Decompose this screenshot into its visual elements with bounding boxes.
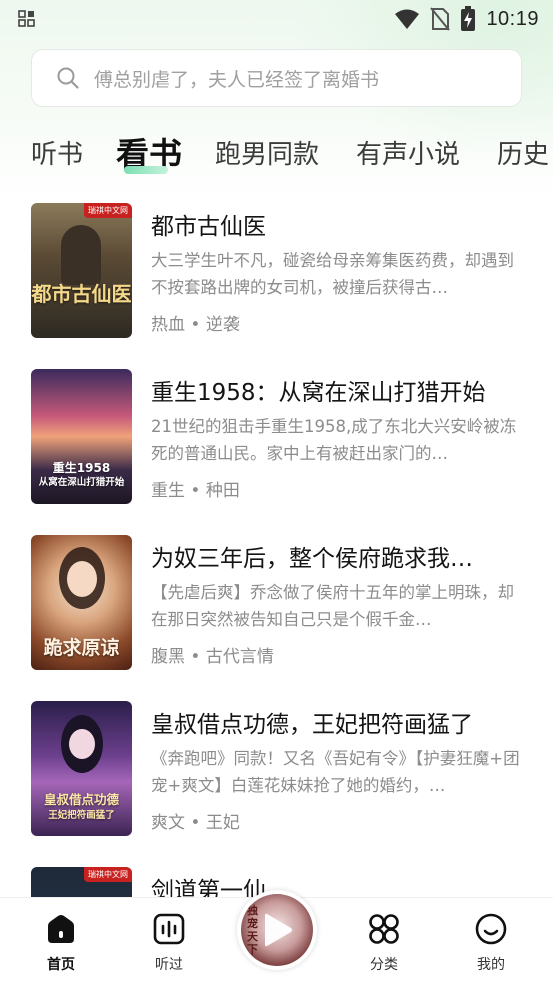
tab-history[interactable]: 历史 — [497, 134, 549, 171]
cover-title: 都市古仙医 — [31, 282, 132, 306]
book-title: 为奴三年后，整个侯府跪求我… — [151, 546, 473, 572]
cover-title-line2: 从窝在深山打猎开始 — [38, 477, 125, 488]
book-description: 【先虐后爽】乔念做了侯府十五年的掌上明珠，却在那日突然被告知自己只是个假千金… — [151, 583, 514, 629]
status-time: 10:19 — [486, 7, 539, 30]
book-item[interactable]: 瑞祺中文网 都市古仙医 都市古仙医 大三学生叶不凡，碰瓷给母亲筹集医药费，却遇到… — [0, 203, 553, 343]
search-placeholder: 傅总别虐了，夫人已经签了离婚书 — [94, 68, 380, 91]
book-title: 都市古仙医 — [151, 214, 266, 240]
book-description: 21世纪的狙击手重生1958,成了东北大兴安岭被冻死的普通山民。家中上有被赶出家… — [151, 417, 517, 463]
nav-profile[interactable]: 我的 — [461, 912, 521, 974]
nav-history[interactable]: 听过 — [139, 912, 199, 974]
book-title: 重生1958：从窝在深山打猎开始 — [151, 380, 486, 406]
book-cover[interactable]: 跪求原谅 — [31, 535, 132, 670]
play-icon — [265, 913, 292, 947]
book-cover[interactable]: 皇叔借点功德 王妃把符画猛了 — [31, 701, 132, 836]
profile-icon — [475, 913, 507, 945]
book-item[interactable]: 跪求原谅 为奴三年后，整个侯府跪求我… 【先虐后爽】乔念做了侯府十五年的掌上明珠… — [0, 535, 553, 675]
cover-badge: 瑞祺中文网 — [84, 867, 132, 882]
cover-figure — [61, 225, 101, 285]
search-icon — [57, 67, 79, 89]
book-tags: 重生 • 种田 — [151, 481, 240, 501]
tab-running-man[interactable]: 跑男同款 — [215, 134, 319, 171]
tab-audio-novel[interactable]: 有声小说 — [356, 134, 460, 171]
nav-profile-label: 我的 — [477, 957, 505, 973]
book-title: 剑道第一仙 — [151, 878, 266, 897]
book-description: 《奔跑吧》同款！又名《吾妃有令》【护妻狂魔+团宠+爽文】白莲花妹妹抢了她的婚约，… — [151, 749, 520, 795]
cover-title-line1: 皇叔借点功德 — [43, 792, 119, 807]
audio-icon — [153, 913, 185, 945]
category-tabs: 听书 看书 跑男同款 有声小说 历史 — [0, 128, 553, 176]
book-tags: 热血 • 逆袭 — [151, 315, 240, 335]
book-item[interactable]: 重生1958 从窝在深山打猎开始 重生1958：从窝在深山打猎开始 21世纪的狙… — [0, 369, 553, 509]
book-cover[interactable]: 重生1958 从窝在深山打猎开始 — [31, 369, 132, 504]
battery-charging-icon — [461, 6, 476, 31]
search-bar[interactable]: 傅总别虐了，夫人已经签了离婚书 — [31, 49, 522, 107]
book-tags: 爽文 • 王妃 — [151, 813, 240, 833]
mini-player-button[interactable]: 独宠天下 — [237, 890, 317, 970]
category-icon — [369, 914, 399, 944]
nav-category-label: 分类 — [370, 957, 398, 973]
cover-face — [67, 561, 97, 597]
cover-title: 跪求原谅 — [43, 637, 120, 659]
status-bar: 10:19 — [0, 0, 553, 38]
book-description: 大三学生叶不凡，碰瓷给母亲筹集医药费，却遇到不按套路出牌的女司机，被撞后获得古… — [151, 251, 514, 297]
home-icon — [48, 915, 74, 943]
cover-title-line2: 王妃把符画猛了 — [48, 810, 115, 821]
cover-badge: 瑞祺中文网 — [84, 203, 132, 218]
book-tags: 腹黑 • 古代言情 — [151, 647, 274, 667]
wifi-icon — [395, 9, 420, 29]
book-cover[interactable]: 瑞祺中文网 都市古仙医 — [31, 203, 132, 338]
nav-home[interactable]: 首页 — [31, 912, 91, 974]
nav-history-label: 听过 — [155, 957, 183, 973]
cover-face — [69, 729, 95, 759]
book-title: 皇叔借点功德，王妃把符画猛了 — [151, 712, 473, 738]
book-cover[interactable]: 瑞祺中文网 — [31, 867, 132, 897]
active-tab-indicator — [124, 166, 168, 174]
book-item[interactable]: 皇叔借点功德 王妃把符画猛了 皇叔借点功德，王妃把符画猛了 《奔跑吧》同款！又名… — [0, 701, 553, 841]
tab-listen[interactable]: 听书 — [31, 134, 83, 171]
nav-home-label: 首页 — [47, 957, 75, 973]
no-sim-icon — [430, 7, 451, 31]
nav-category[interactable]: 分类 — [354, 912, 414, 974]
app-grid-icon — [18, 10, 35, 27]
